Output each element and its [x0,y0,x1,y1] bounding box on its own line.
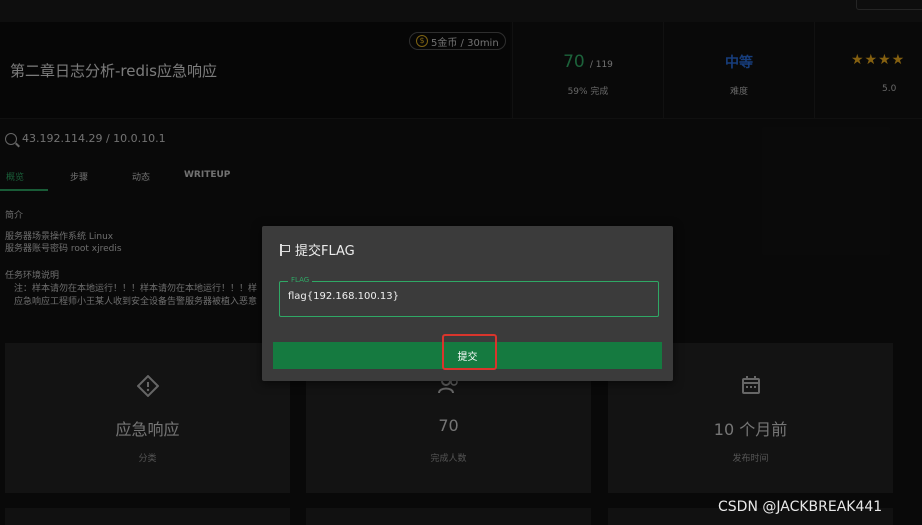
flag-icon [280,243,290,256]
flag-field[interactable]: FLAG [279,276,659,317]
flag-field-label: FLAG [288,276,313,284]
highlight-annotation [442,334,497,370]
watermark: CSDN @JACKBREAK441 [718,499,883,515]
dialog-title-text: 提交FLAG [295,244,355,259]
dialog-title: 提交FLAG [280,240,355,259]
flag-input[interactable] [288,291,648,302]
